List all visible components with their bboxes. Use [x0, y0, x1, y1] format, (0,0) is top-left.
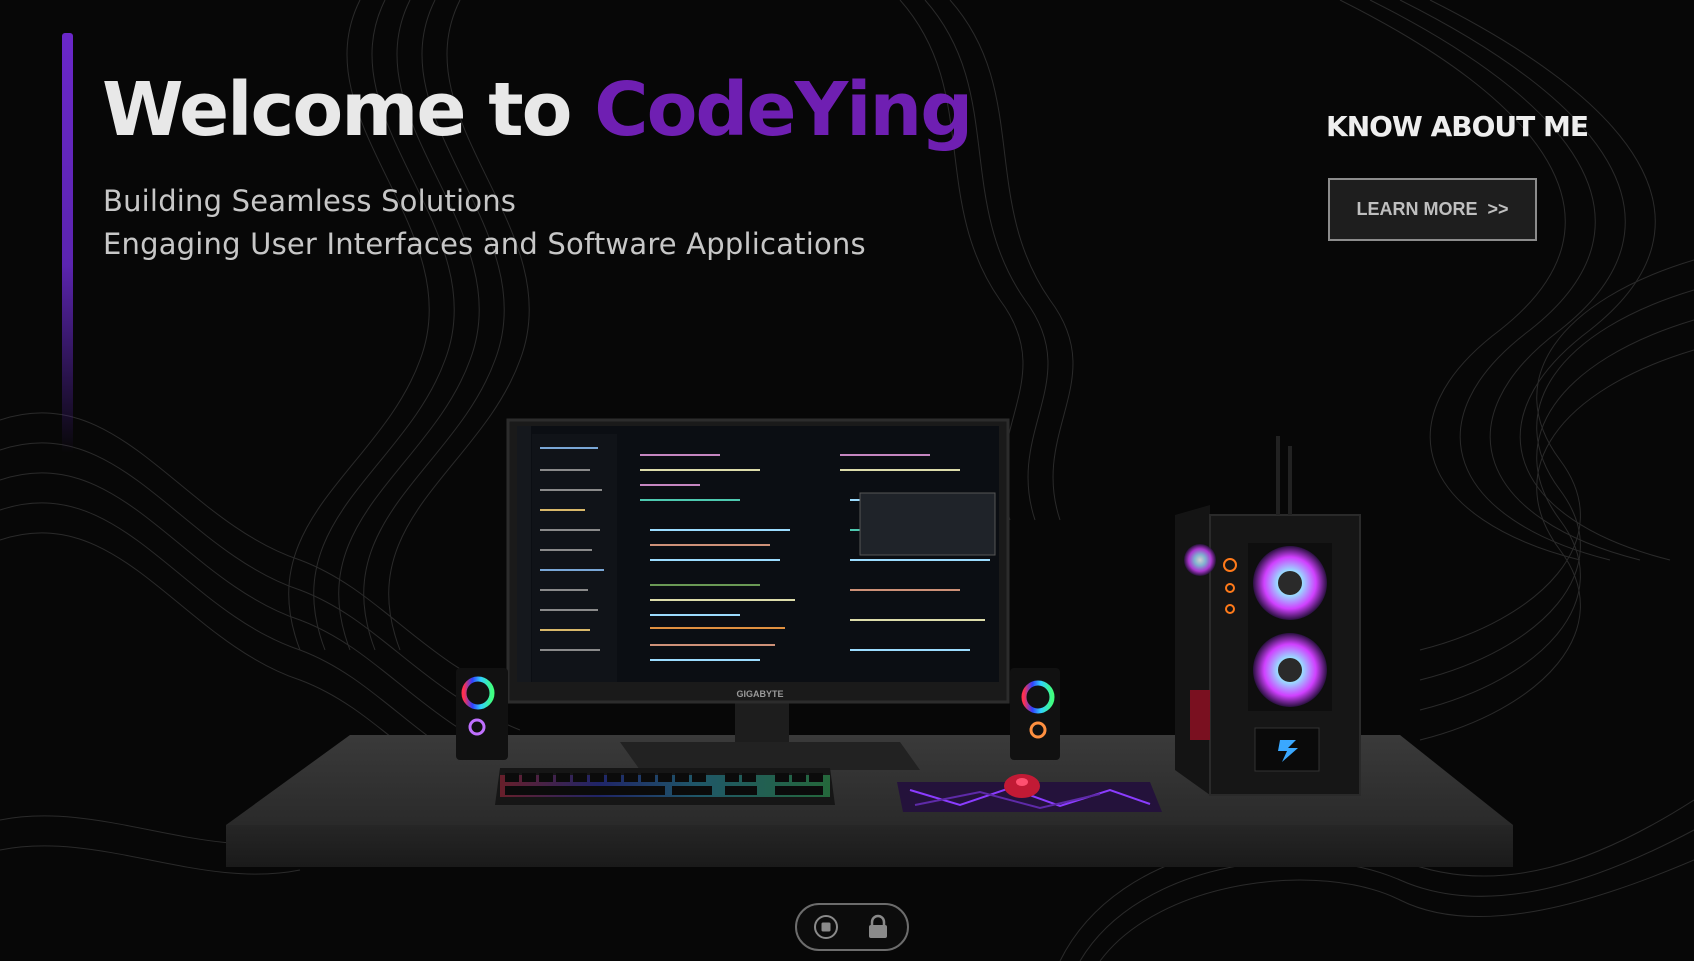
lock-button[interactable]	[864, 913, 892, 941]
stop-icon	[814, 915, 838, 939]
keyboard	[495, 768, 835, 805]
pc-case	[1175, 436, 1361, 796]
desk-setup-scene: GIGABYTE	[226, 418, 1513, 867]
monitor-brand-label: GIGABYTE	[736, 689, 783, 699]
lock-icon	[869, 914, 887, 938]
right-speaker	[1010, 668, 1060, 760]
scene-controls	[795, 903, 909, 951]
monitor: GIGABYTE	[506, 418, 1010, 770]
mouse	[1004, 774, 1040, 798]
stop-button[interactable]	[812, 913, 840, 941]
left-speaker	[456, 668, 508, 760]
